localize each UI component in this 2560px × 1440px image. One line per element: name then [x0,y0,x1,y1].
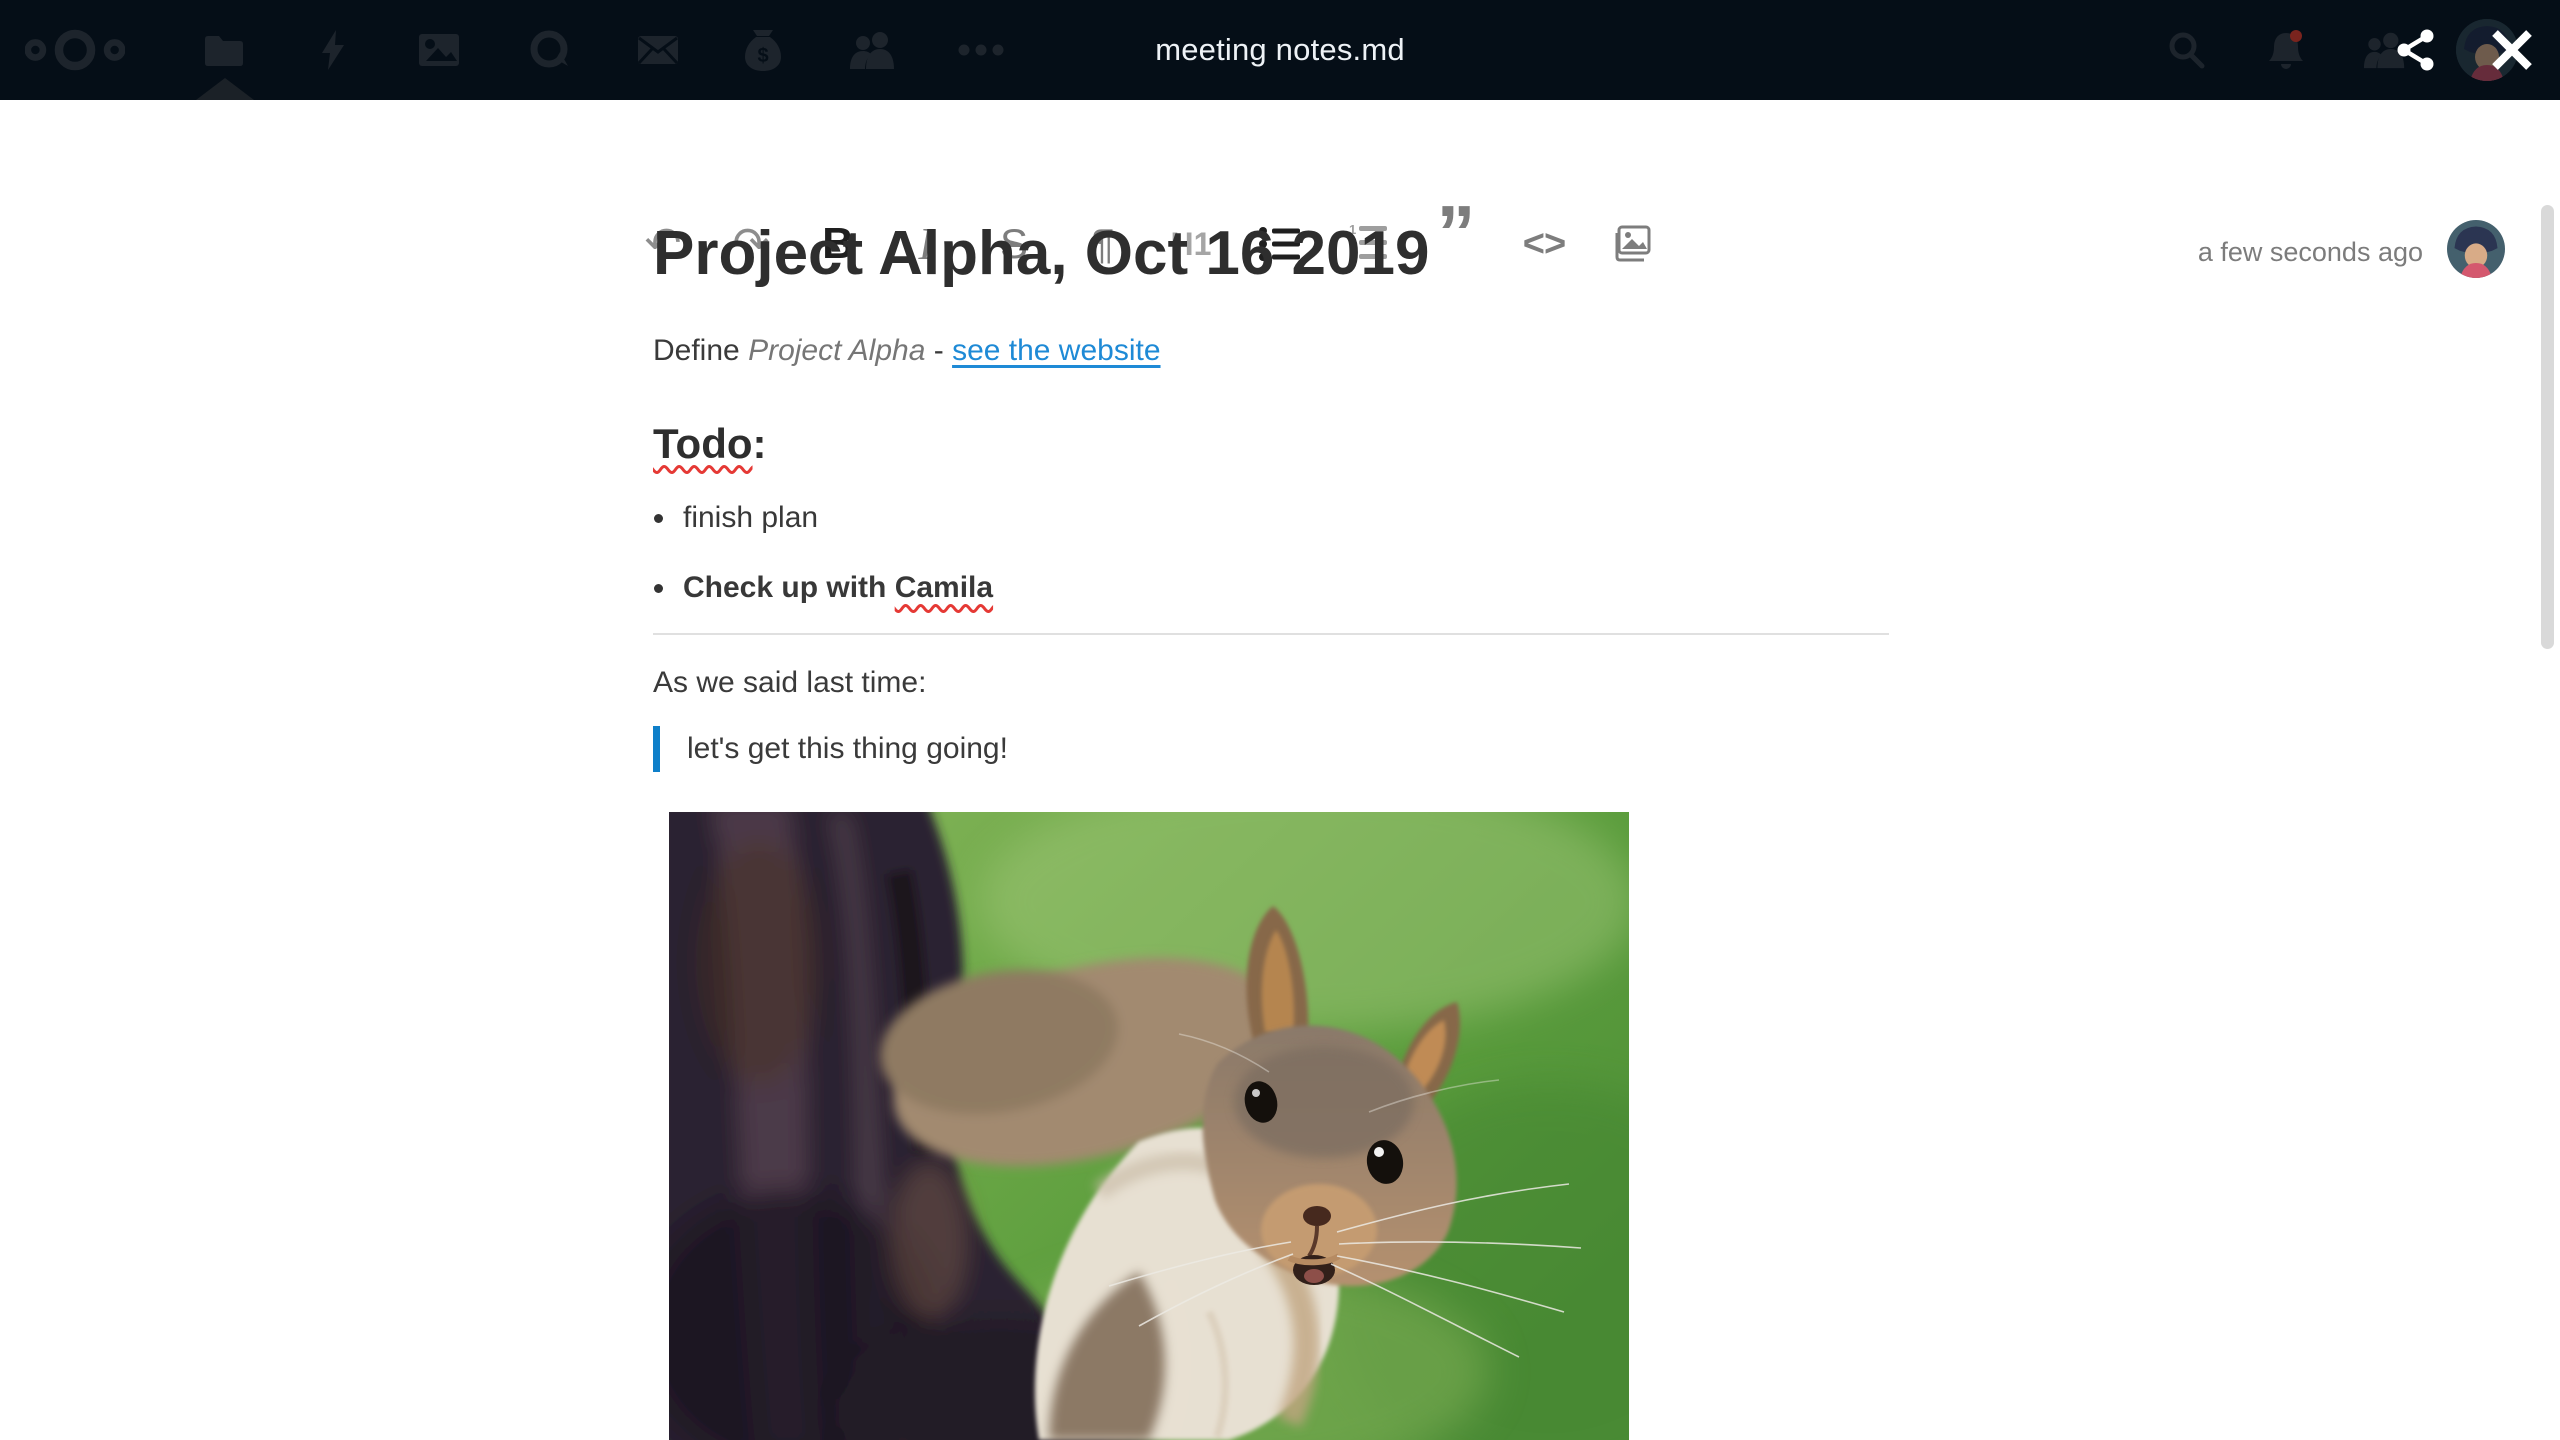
list-item[interactable]: Check up with Camila [653,570,1889,606]
squirrel-photo[interactable] [669,812,1629,1440]
viewer-topbar: $ meeting notes.md [0,0,2560,100]
todo-colon: : [752,420,767,467]
doc-paragraph[interactable]: As we said last time: [653,666,1889,700]
save-status: a few seconds ago [2197,237,2423,267]
author-avatar[interactable] [2447,220,2505,278]
todo-word: Todo [653,420,753,467]
website-link[interactable]: see the website [952,334,1160,367]
scrollbar-thumb[interactable] [2541,205,2554,649]
activity-app-icon[interactable] [283,0,383,100]
blockquote-text: let's get this thing going! [687,732,1008,765]
notifications-bell-icon[interactable] [2236,0,2336,100]
svg-text:$: $ [757,45,768,67]
list-item[interactable]: finish plan [653,500,1889,536]
list-item-text: Check up with [683,571,895,604]
list-item-name: Camila [894,571,994,604]
contacts-app-icon[interactable] [823,0,923,100]
viewer-filename: meeting notes.md [1155,32,1405,67]
search-icon[interactable] [2136,0,2236,100]
nextcloud-logo-icon [25,0,125,100]
finance-app-icon[interactable]: $ [713,0,813,100]
blockquote[interactable]: let's get this thing going! [653,726,1887,772]
talk-app-icon[interactable] [500,0,600,100]
doc-define-line[interactable]: Define Project Alpha - see the website [653,334,1889,368]
share-button[interactable] [2381,0,2451,100]
define-separator: - [925,334,953,367]
photos-app-icon[interactable] [389,0,489,100]
doc-title[interactable]: Project Alpha, Oct 16 2019 [653,218,1889,289]
nextcloud-text-viewer: $ meeting notes.md ↶ ↷ B I S ¶ H1 1 2 3 … [0,0,2560,1440]
close-button[interactable] [2477,0,2547,100]
list-item-text: finish plan [683,501,819,534]
more-apps-icon[interactable] [931,0,1031,100]
define-text: Define [653,334,749,367]
horizontal-rule [653,633,1889,635]
define-emphasis: Project Alpha [748,334,926,367]
todo-list: finish plan Check up with Camila [653,500,1889,640]
active-app-indicator [196,78,254,100]
mail-app-icon[interactable] [608,0,708,100]
todo-heading[interactable]: Todo: [653,420,1889,468]
